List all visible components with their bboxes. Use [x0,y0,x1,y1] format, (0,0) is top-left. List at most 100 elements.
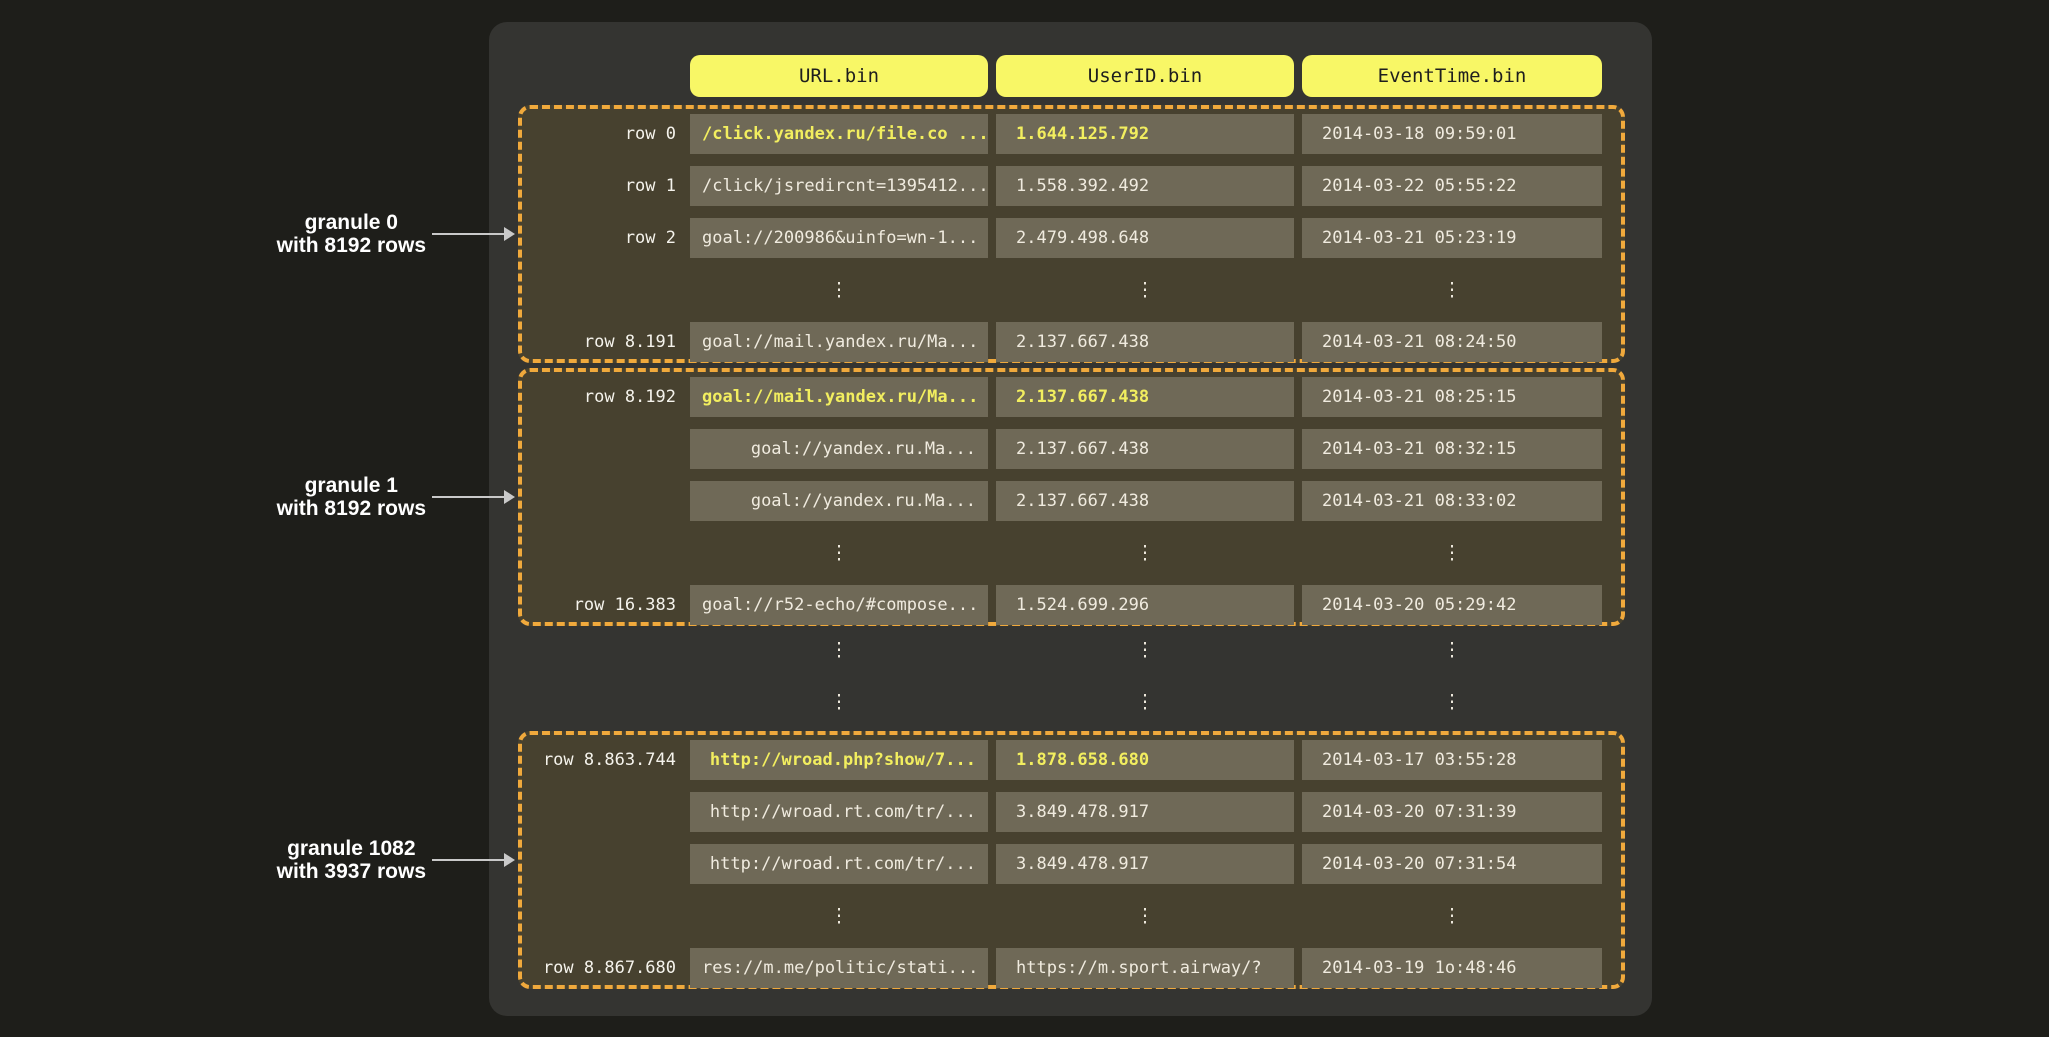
cell-userid-bin: 2.137.667.438 [996,322,1294,362]
cell-userid-bin: 1.644.125.792 [996,114,1294,154]
table-panel: URL.binUserID.binEventTime.binrow 0/clic… [489,22,1652,1016]
column-header-userid-bin: UserID.bin [996,55,1294,97]
cell-userid-bin: 2.137.667.438 [996,429,1294,469]
cell-eventtime-bin: 2014-03-21 08:32:15 [1302,429,1602,469]
cell-url-bin: goal://mail.yandex.ru/Ma... [690,322,988,362]
cell-url-bin: /click.yandex.ru/file.co ... [690,114,988,154]
table-row: row 8.191goal://mail.yandex.ru/Ma...2.13… [522,322,1621,362]
arrow-shaft [432,233,504,235]
row-label: row 8.863.744 [522,740,690,780]
vertical-ellipsis: ⋮ [996,270,1294,310]
cell-eventtime-bin: 2014-03-22 05:55:22 [1302,166,1602,206]
cell-eventtime-bin: 2014-03-21 08:24:50 [1302,322,1602,362]
row-label: row 8.867.680 [522,948,690,988]
annotation-line1: granule 0 [305,211,398,234]
table-row: row 8.867.680res://m.me/politic/stati...… [522,948,1621,988]
arrow-shaft [432,496,504,498]
row-label: row 16.383 [522,585,690,625]
granule-annotation-2: granule 1082with 3937 rows [277,837,426,883]
cell-eventtime-bin: 2014-03-20 07:31:39 [1302,792,1602,832]
vertical-ellipsis: ⋮ [690,682,988,722]
annotation-arrow-icon [432,490,516,504]
vertical-ellipsis: ⋮ [690,630,988,670]
granule-box-0: row 0/click.yandex.ru/file.co ...1.644.1… [518,105,1625,363]
cell-url-bin: goal://yandex.ru.Ma... [690,429,988,469]
cell-userid-bin: https://m.sport.airway/? [996,948,1294,988]
ellipsis-row: ⋮⋮⋮ [522,270,1621,310]
between-granules-ellipsis-row: ⋮⋮⋮ [690,682,1602,722]
cell-eventtime-bin: 2014-03-21 08:33:02 [1302,481,1602,521]
cell-eventtime-bin: 2014-03-21 05:23:19 [1302,218,1602,258]
annotation-line2: with 8192 rows [277,497,426,520]
vertical-ellipsis: ⋮ [690,896,988,936]
annotation-line1: granule 1 [305,474,398,497]
annotation-arrow-icon [432,853,516,867]
granules-diagram: { "colors": { "page_bg": "#1e1e1a", "pan… [0,0,2049,1037]
cell-userid-bin: 1.524.699.296 [996,585,1294,625]
row-label [522,270,690,310]
cell-url-bin: goal://mail.yandex.ru/Ma... [690,377,988,417]
vertical-ellipsis: ⋮ [996,533,1294,573]
cell-userid-bin: 2.137.667.438 [996,481,1294,521]
cell-url-bin: goal://r52-echo/#compose... [690,585,988,625]
annotation-line2: with 8192 rows [277,234,426,257]
arrow-shaft [432,859,504,861]
cell-userid-bin: 2.479.498.648 [996,218,1294,258]
table-row: row 1/click/jsredircnt=1395412...1.558.3… [522,166,1621,206]
annotation-line1: granule 1082 [287,837,415,860]
vertical-ellipsis: ⋮ [1302,682,1602,722]
row-label [522,533,690,573]
arrow-head [504,227,515,241]
cell-url-bin: http://wroad.rt.com/tr/... [690,844,988,884]
vertical-ellipsis: ⋮ [996,896,1294,936]
granule-box-1: row 8.192goal://mail.yandex.ru/Ma...2.13… [518,368,1625,626]
vertical-ellipsis: ⋮ [1302,533,1602,573]
arrow-head [504,853,515,867]
cell-url-bin: http://wroad.rt.com/tr/... [690,792,988,832]
table-row: http://wroad.rt.com/tr/...3.849.478.9172… [522,792,1621,832]
cell-url-bin: res://m.me/politic/stati... [690,948,988,988]
cell-userid-bin: 1.878.658.680 [996,740,1294,780]
row-label [522,429,690,469]
row-label [522,481,690,521]
annotation-arrow-icon [432,227,516,241]
row-label: row 8.191 [522,322,690,362]
cell-userid-bin: 2.137.667.438 [996,377,1294,417]
cell-eventtime-bin: 2014-03-19 1o:48:46 [1302,948,1602,988]
granule-annotation-0: granule 0with 8192 rows [277,211,426,257]
row-label [522,896,690,936]
vertical-ellipsis: ⋮ [996,630,1294,670]
between-granules-ellipsis-row: ⋮⋮⋮ [690,630,1602,670]
cell-eventtime-bin: 2014-03-20 05:29:42 [1302,585,1602,625]
cell-userid-bin: 3.849.478.917 [996,844,1294,884]
cell-url-bin: goal://yandex.ru.Ma... [690,481,988,521]
cell-url-bin: /click/jsredircnt=1395412... [690,166,988,206]
row-label: row 1 [522,166,690,206]
row-label: row 2 [522,218,690,258]
vertical-ellipsis: ⋮ [996,682,1294,722]
table-row: row 2goal://200986&uinfo=wn-1...2.479.49… [522,218,1621,258]
arrow-head [504,490,515,504]
row-label [522,792,690,832]
table-row: row 8.863.744http://wroad.php?show/7...1… [522,740,1621,780]
cell-eventtime-bin: 2014-03-20 07:31:54 [1302,844,1602,884]
table-row: goal://yandex.ru.Ma...2.137.667.4382014-… [522,481,1621,521]
vertical-ellipsis: ⋮ [1302,630,1602,670]
cell-url-bin: goal://200986&uinfo=wn-1... [690,218,988,258]
vertical-ellipsis: ⋮ [1302,896,1602,936]
cell-eventtime-bin: 2014-03-17 03:55:28 [1302,740,1602,780]
row-label [522,844,690,884]
cell-userid-bin: 3.849.478.917 [996,792,1294,832]
table-row: http://wroad.rt.com/tr/...3.849.478.9172… [522,844,1621,884]
cell-eventtime-bin: 2014-03-21 08:25:15 [1302,377,1602,417]
ellipsis-row: ⋮⋮⋮ [522,533,1621,573]
cell-userid-bin: 1.558.392.492 [996,166,1294,206]
table-row: row 0/click.yandex.ru/file.co ...1.644.1… [522,114,1621,154]
vertical-ellipsis: ⋮ [690,270,988,310]
column-header-url-bin: URL.bin [690,55,988,97]
ellipsis-row: ⋮⋮⋮ [522,896,1621,936]
cell-url-bin: http://wroad.php?show/7... [690,740,988,780]
row-label: row 0 [522,114,690,154]
vertical-ellipsis: ⋮ [1302,270,1602,310]
table-row: row 16.383goal://r52-echo/#compose...1.5… [522,585,1621,625]
